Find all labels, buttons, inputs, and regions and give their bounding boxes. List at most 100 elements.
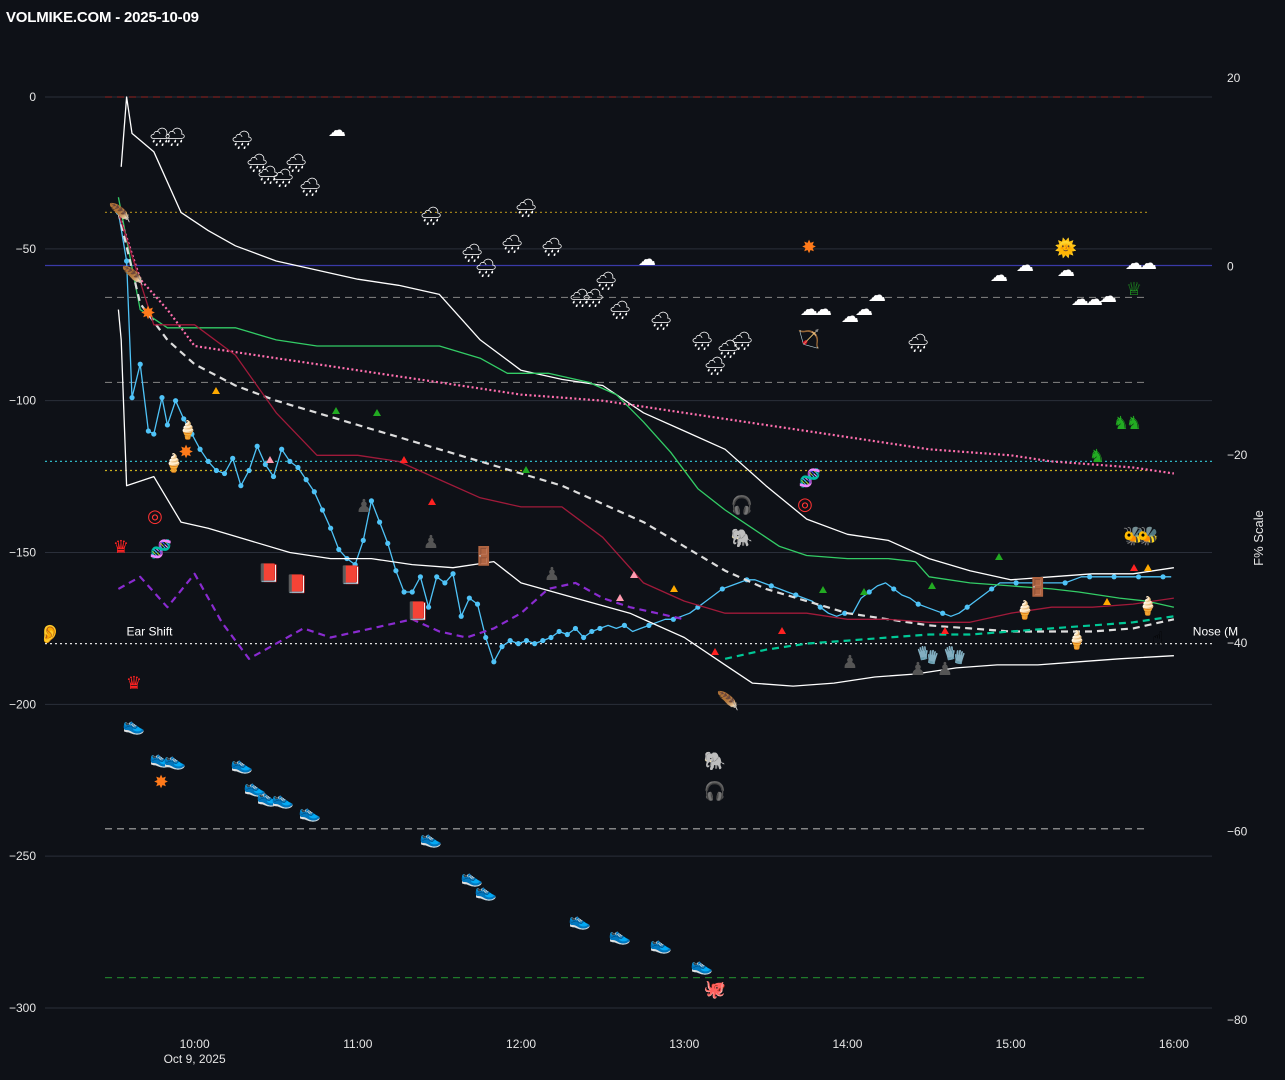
data-point [1160,574,1166,580]
data-point [124,258,130,264]
triangle-marker [212,387,220,394]
target-icon: ◎ [147,506,163,527]
rain-icon: 🌧 [501,234,524,255]
triangle-marker [522,466,530,473]
data-point [646,622,652,628]
cloud-icon: ☁ [1057,260,1075,281]
shoe-icon: 👟 [272,789,294,810]
data-point [129,395,135,401]
data-point [254,443,260,449]
data-point [499,644,505,650]
feather-icon: 🪶 [122,265,144,287]
x-tick-label: 13:00 [669,1037,699,1051]
shoe-icon: 👟 [164,750,186,771]
rain-icon: 🌧 [285,153,308,174]
crown-icon: ♛ [126,673,142,694]
shoe-icon: 👟 [231,754,253,775]
data-point [145,428,151,434]
sun-icon: 🌞 [1055,237,1077,259]
data-point [891,586,897,592]
data-point [491,659,497,665]
data-point [483,634,489,641]
cloud-icon: ☁ [990,265,1008,286]
elephant-icon: 🐘 [731,528,753,549]
queen-icon: ♕ [1126,279,1142,300]
burst-icon: ✸ [153,772,168,793]
x-tick-label: 10:00 [180,1037,210,1051]
shoe-icon: 👟 [475,881,497,902]
data-point [964,604,970,610]
cloud-icon: ☁ [638,249,656,270]
data-point [989,586,995,592]
series-line [117,212,1172,663]
data-point [817,604,823,610]
x-tick-label: 14:00 [832,1037,862,1051]
chart-canvas: Ear Shift Nose (M🌧🌧 🌧🌧🌧🌧🌧🌧🌧🌧🌧🌧🌧🌧🌧🌧🌧🌧🌧🌧🌧🌧🌧 🌧… [9,71,1266,1066]
shoe-icon: 👟 [420,828,442,849]
data-point [1086,574,1093,580]
data-point [915,601,921,607]
data-point [1013,580,1019,586]
rain-icon: 🌧 [164,127,187,148]
rain-icon: 🌧 [475,258,498,279]
data-point [409,589,415,595]
triangle-marker [778,627,786,634]
data-point [434,574,440,580]
pawn-icon: ♟ [842,652,858,673]
triangle-marker [711,648,719,655]
rain-icon: 🌧 [609,300,632,321]
y2-tick-label: −80 [1227,1013,1248,1027]
bee-icon: 🐝 [1137,526,1159,547]
pawn-icon: ♟ [544,564,560,585]
rain-icon: 🌧 [691,331,714,352]
data-point [474,601,481,607]
data-point [1111,574,1117,580]
decor-markers: Ear Shift Nose (M🌧🌧 🌧🌧🌧🌧🌧🌧🌧🌧🌧🌧🌧🌧🌧🌧🌧🌧🌧🌧🌧🌧🌧 🌧… [39,120,1238,1000]
cloud-icon: ☁ [328,120,346,141]
book-icon: 📕 [407,601,429,622]
y2-tick-label: 0 [1227,259,1234,273]
data-point [515,641,521,647]
data-point [279,446,285,452]
data-point [621,622,628,628]
data-point [572,625,579,632]
data-point [213,467,219,474]
cloud-icon: ☁ [1099,286,1117,307]
x-tick-label: 11:00 [343,1037,372,1051]
data-point [303,477,309,483]
y2-tick-label: −40 [1227,636,1248,650]
triangle-marker [400,456,408,463]
data-point [319,507,326,513]
ear-icon: 👂 [39,623,61,645]
dna-icon: 🧬 [150,538,172,560]
x-tick-label: 16:00 [1159,1037,1189,1051]
shoe-icon: 👟 [650,934,672,955]
y2-tick-label: 20 [1227,71,1241,85]
rain-icon: 🌧 [420,206,443,227]
triangle-marker [616,594,624,601]
hand-icon: ☝ [1153,628,1164,649]
annotation-label: Ear Shift [126,624,173,638]
knight-icon: ♞ [1113,413,1129,434]
data-point [401,589,407,595]
door-icon: 🚪 [1027,576,1049,598]
data-point [1135,574,1142,580]
ice-icon: 🍦 [177,419,199,441]
book-icon: 📕 [340,565,362,586]
reference-lines [45,96,1212,979]
data-point [597,625,603,632]
triangle-marker [819,586,827,593]
y2-axis-title: F% Scale [1251,510,1266,566]
y-tick-label: −150 [9,546,36,560]
data-point [287,458,293,464]
feather-icon: 🪶 [109,202,131,224]
data-point [159,395,165,401]
data-point [523,637,530,644]
triangle-marker [332,407,340,414]
data-point [540,637,546,644]
y-tick-label: 0 [29,90,36,104]
cloud-icon: ☁ [814,299,832,320]
data-point [376,519,383,525]
book-icon: 📕 [258,563,280,584]
data-point [385,540,391,546]
